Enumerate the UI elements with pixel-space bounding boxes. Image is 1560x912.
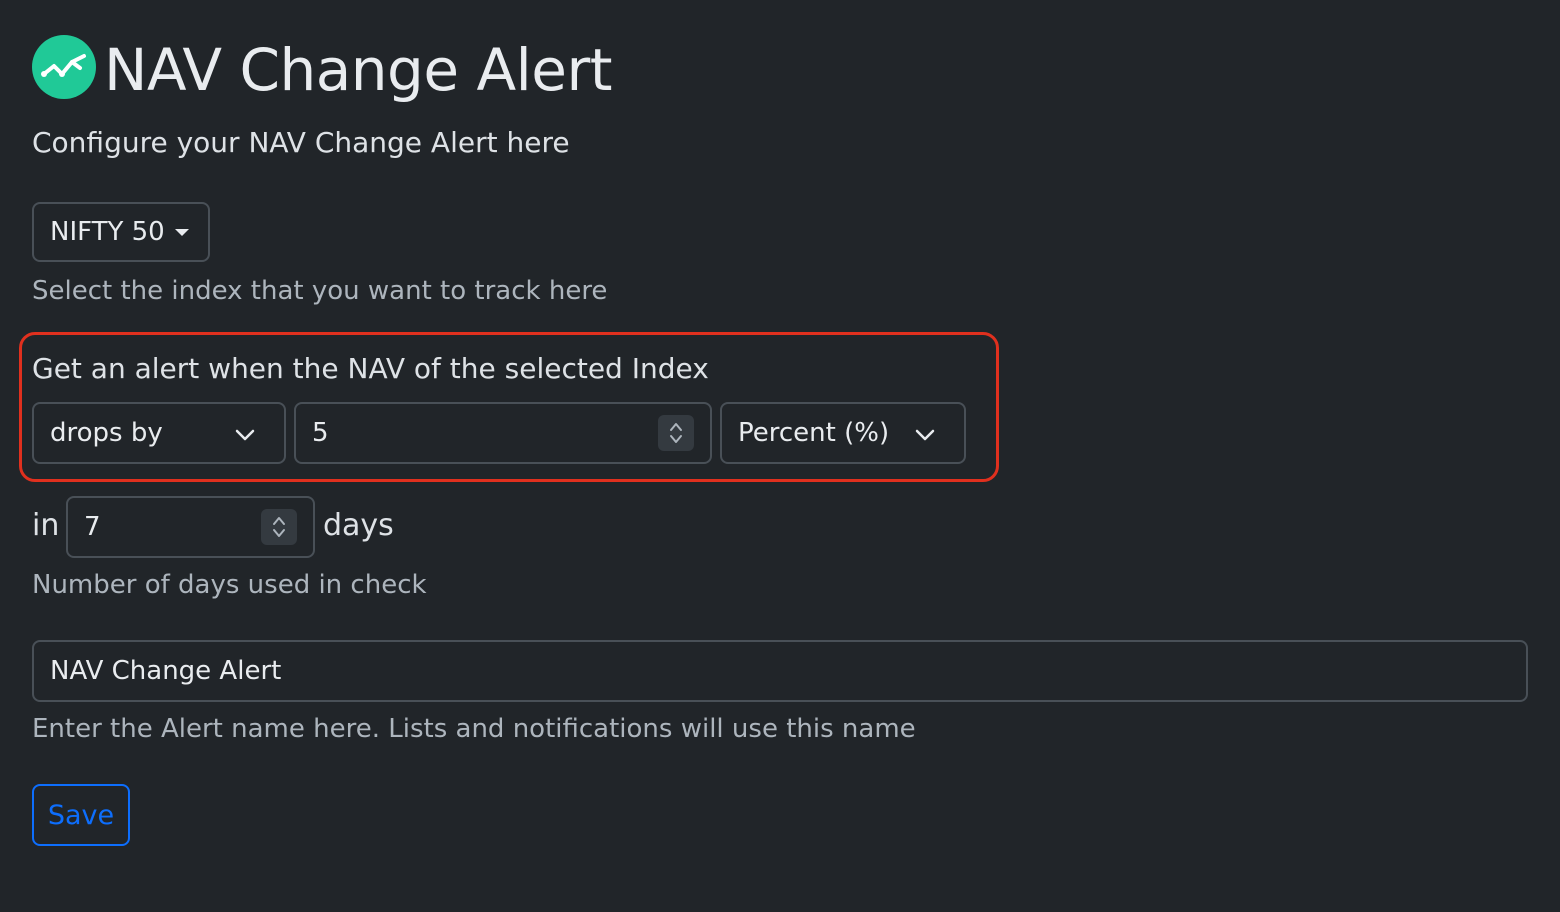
alert-name-input[interactable]: NAV Change Alert — [32, 640, 1528, 702]
condition-label: Get an alert when the NAV of the selecte… — [32, 352, 709, 385]
index-help-text: Select the index that you want to track … — [32, 276, 608, 306]
save-button[interactable]: Save — [32, 784, 130, 846]
index-dropdown-value: NIFTY 50 — [50, 217, 165, 247]
days-label: days — [323, 508, 394, 543]
unit-select-value: Percent (%) — [738, 418, 890, 448]
amount-stepper[interactable] — [658, 415, 694, 451]
unit-select[interactable]: Percent (%) — [720, 402, 966, 464]
page-title: NAV Change Alert — [104, 36, 613, 104]
days-stepper[interactable] — [261, 509, 297, 545]
amount-input[interactable]: 5 — [294, 402, 712, 464]
in-label: in — [32, 508, 60, 543]
direction-select-value: drops by — [50, 418, 163, 448]
days-help-text: Number of days used in check — [32, 570, 427, 600]
days-input-value: 7 — [84, 512, 101, 542]
page-subtitle: Configure your NAV Change Alert here — [32, 126, 570, 159]
index-dropdown[interactable]: NIFTY 50 — [32, 202, 210, 262]
caret-down-icon — [174, 228, 189, 236]
stepper-arrows-icon — [273, 517, 285, 537]
chevron-down-icon — [235, 429, 255, 441]
chevron-down-icon — [915, 429, 935, 441]
direction-select[interactable]: drops by — [32, 402, 286, 464]
trend-chart-icon — [32, 35, 96, 99]
page-header: NAV Change Alert — [32, 28, 613, 112]
days-input[interactable]: 7 — [66, 496, 315, 558]
amount-input-value: 5 — [312, 418, 329, 448]
alert-config-page: NAV Change Alert Configure your NAV Chan… — [0, 0, 1560, 912]
alert-name-help-text: Enter the Alert name here. Lists and not… — [32, 714, 916, 744]
alert-name-value: NAV Change Alert — [50, 656, 282, 686]
stepper-arrows-icon — [670, 423, 682, 443]
